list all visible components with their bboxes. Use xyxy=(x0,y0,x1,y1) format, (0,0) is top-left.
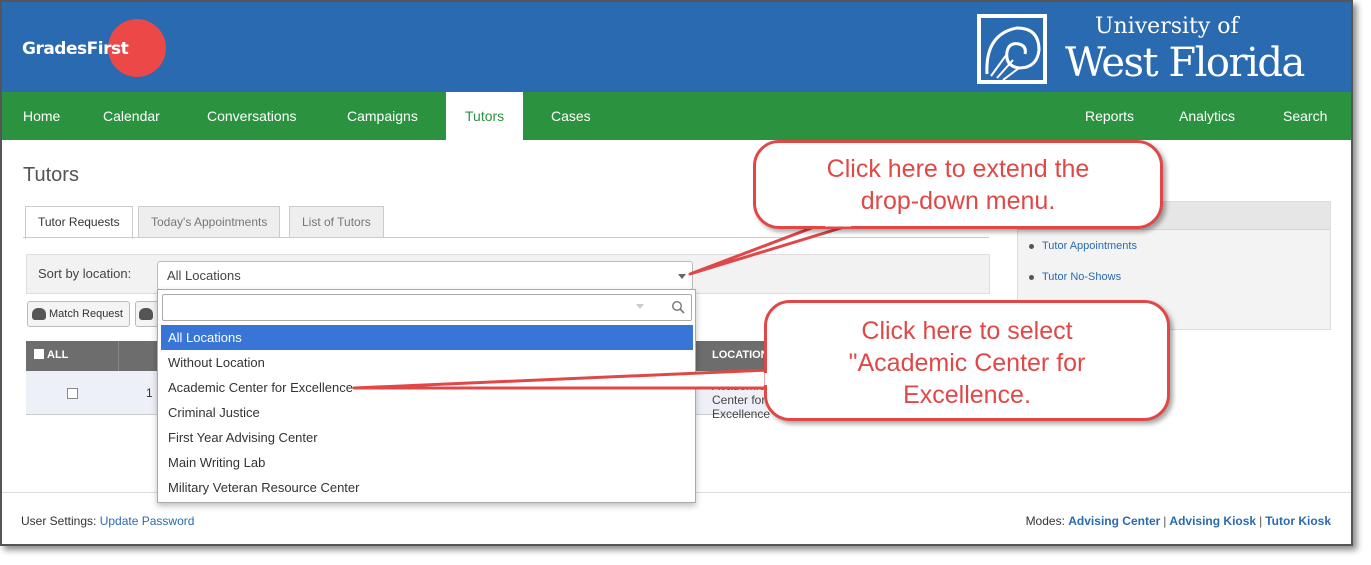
match-request-button[interactable]: Match Request xyxy=(27,301,130,327)
browser-frame: GradesFirst University of West Florida H… xyxy=(0,0,1353,546)
heart-chat-icon xyxy=(32,308,46,321)
message-button[interactable] xyxy=(135,301,159,327)
option-first-year-advising[interactable]: First Year Advising Center xyxy=(161,425,693,450)
search-icon xyxy=(671,300,685,314)
tab-divider xyxy=(23,237,989,238)
row-number: 1 xyxy=(146,386,153,400)
gradesfirst-logo[interactable]: GradesFirst xyxy=(22,19,172,77)
callout-select-academic-center: Click here to select "Academic Center fo… xyxy=(764,300,1170,421)
nav-search[interactable]: Search xyxy=(1264,92,1346,140)
page-title: Tutors xyxy=(23,164,79,186)
nav-campaigns[interactable]: Campaigns xyxy=(328,92,437,140)
option-military-veteran[interactable]: Military Veteran Resource Center xyxy=(161,475,693,500)
user-settings: User Settings: Update Password xyxy=(21,514,195,528)
main-nav: Home Calendar Conversations Campaigns Tu… xyxy=(2,92,1351,140)
mode-advising-center[interactable]: Advising Center xyxy=(1068,514,1160,528)
select-all[interactable]: ALL xyxy=(34,349,68,361)
chevron-down-icon xyxy=(636,304,644,309)
location-select-value: All Locations xyxy=(167,268,241,283)
sort-bar: Sort by location: All Locations xyxy=(26,254,990,294)
nav-tutors[interactable]: Tutors xyxy=(446,92,524,140)
mode-advising-kiosk[interactable]: Advising Kiosk xyxy=(1169,514,1256,528)
tutor-no-shows-link[interactable]: Tutor No-Shows xyxy=(1042,271,1121,283)
modes: Modes: Advising Center | Advising Kiosk | Tu… xyxy=(1025,514,1331,528)
site-header: GradesFirst University of West Florida xyxy=(2,2,1351,92)
tab-list-of-tutors[interactable]: List of Tutors xyxy=(289,206,384,238)
dropdown-search-input[interactable] xyxy=(162,294,692,321)
university-line1: University of xyxy=(1095,14,1239,39)
option-all-locations[interactable]: All Locations xyxy=(161,325,693,350)
tab-tutor-requests[interactable]: Tutor Requests xyxy=(25,206,133,239)
location-dropdown: All Locations Without Location Academic … xyxy=(157,289,696,503)
option-criminal-justice[interactable]: Criminal Justice xyxy=(161,400,693,425)
option-without-location[interactable]: Without Location xyxy=(161,350,693,375)
sort-label: Sort by location: xyxy=(38,266,132,281)
logo-text: GradesFirst xyxy=(22,39,129,59)
chevron-down-icon[interactable] xyxy=(678,274,686,279)
tutor-appointments-link[interactable]: Tutor Appointments xyxy=(1042,240,1137,252)
nav-analytics[interactable]: Analytics xyxy=(1160,92,1254,140)
row-location: Academic Center for Excellence xyxy=(712,379,771,421)
update-password-link[interactable]: Update Password xyxy=(100,514,195,528)
bullet-icon xyxy=(1029,275,1034,280)
row-checkbox[interactable] xyxy=(67,388,78,399)
nav-calendar[interactable]: Calendar xyxy=(84,92,179,140)
tab-todays-appointments[interactable]: Today's Appointments xyxy=(138,206,281,238)
callout-extend-dropdown: Click here to extend the drop-down menu. xyxy=(753,140,1163,229)
option-academic-center[interactable]: Academic Center for Excellence xyxy=(161,375,693,400)
chat-icon xyxy=(139,308,153,321)
university-line2: West Florida xyxy=(1065,40,1305,86)
header-divider xyxy=(118,341,119,371)
nautilus-emblem-icon xyxy=(977,14,1047,84)
mode-tutor-kiosk[interactable]: Tutor Kiosk xyxy=(1265,514,1331,528)
nav-home[interactable]: Home xyxy=(4,92,79,140)
location-select[interactable]: All Locations xyxy=(157,261,693,290)
bullet-icon xyxy=(1029,244,1034,249)
select-all-checkbox[interactable] xyxy=(34,349,44,359)
nav-reports[interactable]: Reports xyxy=(1066,92,1153,140)
nav-conversations[interactable]: Conversations xyxy=(188,92,316,140)
university-logo: University of West Florida xyxy=(977,14,1337,86)
option-main-writing-lab[interactable]: Main Writing Lab xyxy=(161,450,693,475)
nav-cases[interactable]: Cases xyxy=(532,92,610,140)
location-column-header[interactable]: LOCATION xyxy=(712,349,769,361)
